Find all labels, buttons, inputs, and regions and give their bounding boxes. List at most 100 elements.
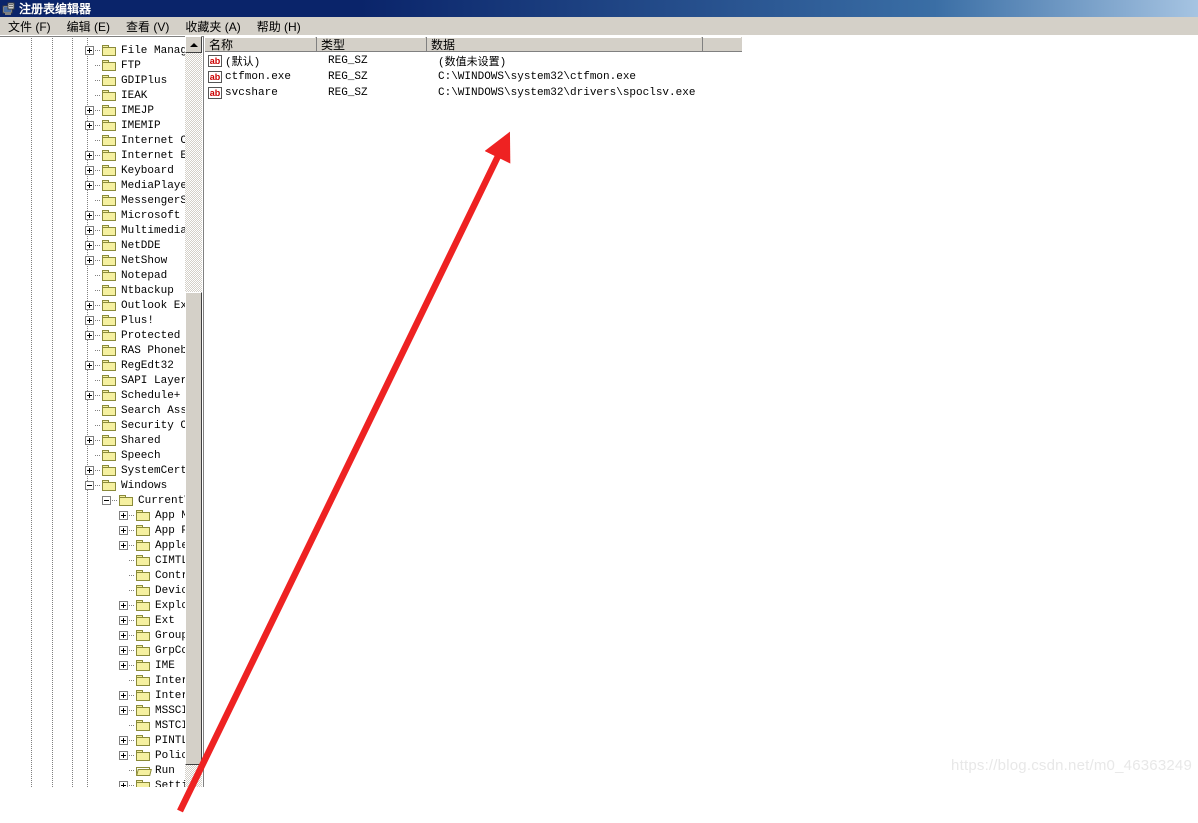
tree-node[interactable]: Shared [85,433,161,448]
scrollbar-thumb[interactable] [185,292,202,765]
tree-node-label: Outlook Expre [121,299,186,312]
tree-node[interactable]: Security Cent [85,418,186,433]
expand-node-icon[interactable] [85,436,94,445]
tree-node[interactable]: File Manager [85,43,186,58]
tree-node[interactable]: Internet Expl [85,148,186,163]
tree-node[interactable]: Outlook Expre [85,298,186,313]
tree-node-list[interactable]: File Manager FTP GDIPlus IEAK IMEJP IMEMIP Int… [0,36,186,787]
expand-node-icon[interactable] [85,211,94,220]
tree-node[interactable]: RegEdt32 [85,358,174,373]
tree-node[interactable]: Multimedia [85,223,186,238]
tree-node[interactable]: Group P [119,628,186,643]
expand-node-icon[interactable] [85,361,94,370]
tree-node[interactable]: Internet Conn [85,133,186,148]
tree-node[interactable]: MSTCIPH [119,718,186,733]
expand-node-icon[interactable] [119,646,128,655]
tree-node[interactable]: Ext [119,613,175,628]
collapse-node-icon[interactable] [102,496,111,505]
tree-node[interactable]: Settins [119,778,186,787]
tree-node[interactable]: Microsoft Man [85,208,186,223]
expand-node-icon[interactable] [119,631,128,640]
expand-node-icon[interactable] [85,331,94,340]
tree-node[interactable]: SystemCertifi [85,463,186,478]
tree-node[interactable]: Protected Sto [85,328,186,343]
tree-node[interactable]: App Man [119,508,186,523]
tree-node[interactable]: RAS Phonebook [85,343,186,358]
tree-node[interactable]: SAPI Layer [85,373,186,388]
expand-node-icon[interactable] [119,691,128,700]
tree-node[interactable]: GDIPlus [85,73,167,88]
expand-node-icon[interactable] [85,151,94,160]
expand-node-icon[interactable] [85,391,94,400]
collapse-node-icon[interactable] [85,481,94,490]
tree-vertical-scrollbar[interactable] [185,36,202,787]
tree-node[interactable]: MediaPlayer [85,178,186,193]
column-header-type[interactable]: 类型 [317,37,427,52]
tree-node[interactable]: FTP [85,58,141,73]
tree-node[interactable]: Speech [85,448,161,463]
expand-node-icon[interactable] [85,316,94,325]
expand-node-icon[interactable] [85,256,94,265]
expand-node-icon[interactable] [119,661,128,670]
expand-node-icon[interactable] [85,106,94,115]
expand-node-icon[interactable] [85,301,94,310]
expand-node-icon[interactable] [119,736,128,745]
tree-node[interactable]: Interne [119,673,186,688]
tree-node[interactable]: CurrentVer [102,493,186,508]
tree-node[interactable]: Device [119,583,186,598]
tree-node[interactable]: Control [119,568,186,583]
tree-node[interactable]: Applets [119,538,186,553]
tree-node[interactable]: NetShow [85,253,167,268]
expand-node-icon[interactable] [119,511,128,520]
expand-node-icon[interactable] [85,181,94,190]
registry-values-pane[interactable]: 名称 类型 数据 ab (默认) REG_SZ (数值未设置) ab ctfmon.exe… [205,36,1198,787]
menu-item-edit[interactable]: 编辑 (E) [59,16,118,37]
tree-node[interactable]: Plus! [85,313,154,328]
tree-node[interactable]: NetDDE [85,238,161,253]
tree-node[interactable]: IME [119,658,175,673]
tree-node[interactable]: IMEJP [85,103,154,118]
expand-node-icon[interactable] [85,226,94,235]
tree-node[interactable]: IEAK [85,88,147,103]
tree-node[interactable]: Interne [119,688,186,703]
tree-node[interactable]: Schedule+ [85,388,180,403]
scroll-up-button[interactable] [185,36,202,53]
tree-node[interactable]: Keyboard [85,163,174,178]
menu-item-file[interactable]: 文件 (F) [0,16,59,37]
expand-node-icon[interactable] [85,241,94,250]
expand-node-icon[interactable] [85,166,94,175]
menu-item-help[interactable]: 帮助 (H) [249,16,309,37]
expand-node-icon[interactable] [119,706,128,715]
tree-node[interactable]: MessengerServ [85,193,186,208]
expand-node-icon[interactable] [119,526,128,535]
expand-node-icon[interactable] [119,751,128,760]
tree-node[interactable]: Ntbackup [85,283,174,298]
column-header-data[interactable]: 数据 [427,37,703,52]
tree-node[interactable]: MSSCIPY [119,703,186,718]
tree-node[interactable]: IMEMIP [85,118,161,133]
tree-node[interactable]: CIMTLGI [119,553,186,568]
tree-node[interactable]: GrpConv [119,643,186,658]
table-row[interactable]: ab svcshare REG_SZ C:\WINDOWS\system32\driv… [205,85,1198,101]
tree-node[interactable]: Windows [85,478,167,493]
expand-node-icon[interactable] [119,541,128,550]
tree-node[interactable]: Search Assist [85,403,186,418]
tree-node[interactable]: Notepad [85,268,167,283]
menu-item-view[interactable]: 查看 (V) [118,16,177,37]
tree-node[interactable]: App Pat [119,523,186,538]
expand-node-icon[interactable] [119,781,128,787]
column-header-name[interactable]: 名称 [205,37,317,52]
expand-node-icon[interactable] [119,616,128,625]
menu-item-favorites[interactable]: 收藏夹 (A) [177,16,248,37]
expand-node-icon[interactable] [85,46,94,55]
tree-node[interactable]: PINTLGH [119,733,186,748]
registry-tree-pane[interactable]: File Manager FTP GDIPlus IEAK IMEJP IMEMIP Int… [0,36,204,787]
expand-node-icon[interactable] [85,121,94,130]
tree-node[interactable]: Polici [119,748,186,763]
expand-node-icon[interactable] [119,601,128,610]
tree-node[interactable]: Explore [119,598,186,613]
table-row[interactable]: ab (默认) REG_SZ (数值未设置) [205,53,1198,69]
expand-node-icon[interactable] [85,466,94,475]
tree-node[interactable]: Run [119,763,175,778]
table-row[interactable]: ab ctfmon.exe REG_SZ C:\WINDOWS\system32\ct… [205,69,1198,85]
